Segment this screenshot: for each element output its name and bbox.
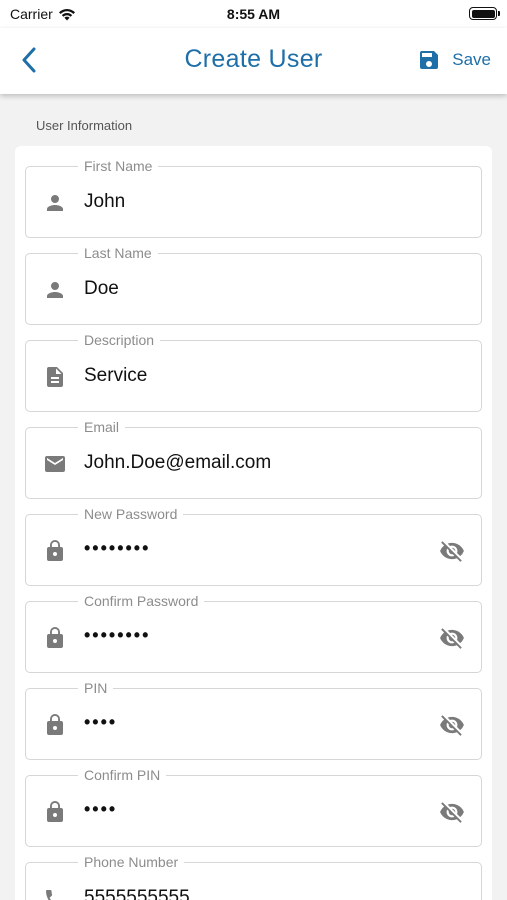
lock-icon [42, 799, 68, 825]
user-info-card: First Name John Last Name Doe Descriptio… [15, 146, 492, 900]
lock-icon [42, 625, 68, 651]
phone-icon [42, 886, 68, 900]
pin-field[interactable]: PIN •••• [25, 680, 482, 760]
status-bar: Carrier 8:55 AM [0, 0, 507, 28]
section-title: User Information [36, 118, 133, 133]
lock-icon [42, 538, 68, 564]
save-button[interactable]: Save [417, 45, 491, 75]
app-bar: Create User Save [0, 28, 507, 94]
person-icon [42, 277, 68, 303]
first-name-field[interactable]: First Name John [25, 158, 482, 238]
description-input[interactable]: Service [84, 363, 147, 389]
floppy-disk-icon [420, 51, 439, 69]
form-content[interactable]: User Information First Name John Last Na… [0, 94, 507, 900]
pin-label: PIN [78, 680, 114, 696]
eye-off-icon [440, 802, 464, 823]
confirm-pin-label: Confirm PIN [78, 767, 167, 783]
status-time: 8:55 AM [226, 6, 281, 22]
first-name-label: First Name [78, 158, 159, 174]
lock-icon [42, 712, 68, 738]
new-password-input[interactable]: •••••••• [84, 535, 150, 561]
confirm-pin-field[interactable]: Confirm PIN •••• [25, 767, 482, 847]
email-field[interactable]: Email John.Doe@email.com [25, 419, 482, 499]
eye-off-icon [440, 715, 464, 736]
confirm-password-input[interactable]: •••••••• [84, 622, 150, 648]
toggle-visibility-button[interactable] [437, 798, 467, 826]
last-name-input[interactable]: Doe [84, 276, 119, 302]
person-icon [42, 190, 68, 216]
battery-icon [469, 7, 500, 20]
eye-off-icon [440, 541, 464, 562]
phone-number-input[interactable]: 5555555555 [84, 885, 190, 900]
mail-icon [42, 451, 68, 477]
phone-number-label: Phone Number [78, 854, 185, 870]
email-input[interactable]: John.Doe@email.com [84, 450, 271, 476]
new-password-field[interactable]: New Password •••••••• [25, 506, 482, 586]
confirm-pin-input[interactable]: •••• [84, 796, 117, 822]
toggle-visibility-button[interactable] [437, 624, 467, 652]
description-field[interactable]: Description Service [25, 332, 482, 412]
first-name-input[interactable]: John [84, 189, 125, 215]
description-label: Description [78, 332, 161, 348]
save-label: Save [452, 50, 491, 69]
last-name-label: Last Name [78, 245, 158, 261]
new-password-label: New Password [78, 506, 184, 522]
email-label: Email [78, 419, 126, 435]
last-name-field[interactable]: Last Name Doe [25, 245, 482, 325]
phone-number-field[interactable]: Phone Number 5555555555 [25, 854, 482, 900]
pin-input[interactable]: •••• [84, 709, 117, 735]
eye-off-icon [440, 628, 464, 649]
confirm-password-label: Confirm Password [78, 593, 205, 609]
toggle-visibility-button[interactable] [437, 537, 467, 565]
document-icon [42, 364, 68, 390]
toggle-visibility-button[interactable] [437, 711, 467, 739]
confirm-password-field[interactable]: Confirm Password •••••••• [25, 593, 482, 673]
